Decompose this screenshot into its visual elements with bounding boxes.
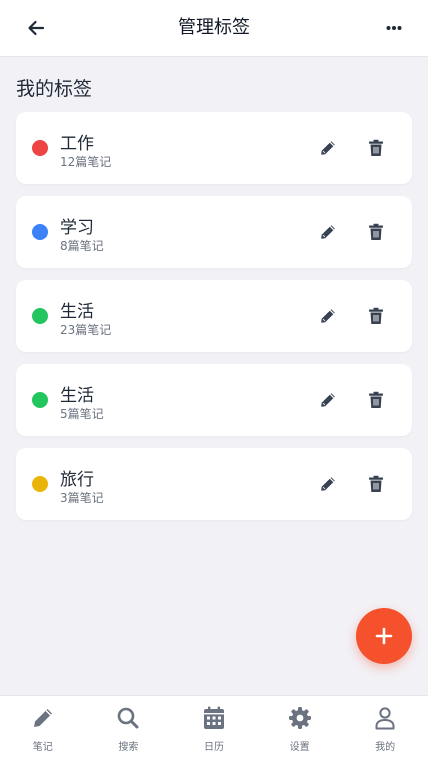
page-title: 管理标签: [178, 17, 250, 38]
tag-list: 工作 12篇笔记 学习 8篇笔记 生活 23篇笔记 生活 5篇笔记 旅行 3篇笔…: [16, 112, 412, 532]
tag-card: 旅行 3篇笔记: [16, 448, 412, 520]
edit-tag-button[interactable]: [316, 220, 340, 244]
pencil-icon: [321, 225, 335, 239]
pencil-icon: [321, 477, 335, 491]
tab-calendar[interactable]: 日历: [171, 696, 257, 760]
tab-settings[interactable]: 设置: [257, 696, 343, 760]
trash-icon: [369, 391, 383, 408]
tag-name: 学习: [60, 218, 94, 238]
tag-card: 生活 23篇笔记: [16, 280, 412, 352]
pencil-icon: [321, 309, 335, 323]
edit-tag-button[interactable]: [316, 136, 340, 160]
plus-icon: [375, 627, 393, 645]
section-title: 我的标签: [16, 78, 93, 100]
tab-notes[interactable]: 笔记: [0, 696, 86, 760]
tag-card: 学习 8篇笔记: [16, 196, 412, 268]
trash-icon: [369, 139, 383, 156]
tab-profile[interactable]: 我的: [342, 696, 428, 760]
pencil-icon: [321, 141, 335, 155]
tag-card: 生活 5篇笔记: [16, 364, 412, 436]
gear-icon: [287, 705, 313, 731]
pencil-icon: [30, 705, 56, 731]
tab-search[interactable]: 搜索: [86, 696, 172, 760]
tag-note-count: 23篇笔记: [60, 323, 112, 337]
tag-name: 旅行: [60, 470, 94, 490]
delete-tag-button[interactable]: [364, 304, 388, 328]
delete-tag-button[interactable]: [364, 136, 388, 160]
trash-icon: [369, 223, 383, 240]
tag-name: 生活: [60, 302, 94, 322]
search-icon: [115, 705, 141, 731]
bottom-tab-bar: 笔记 搜索 日历 设置 我的: [0, 695, 428, 760]
tag-color-dot: [32, 476, 48, 492]
edit-tag-button[interactable]: [316, 472, 340, 496]
user-icon: [372, 705, 398, 731]
tag-name: 工作: [60, 134, 94, 154]
tab-label: 笔记: [32, 742, 53, 753]
tag-color-dot: [32, 308, 48, 324]
delete-tag-button[interactable]: [364, 388, 388, 412]
edit-tag-button[interactable]: [316, 304, 340, 328]
tag-note-count: 3篇笔记: [60, 491, 104, 505]
tag-color-dot: [32, 140, 48, 156]
tab-label: 设置: [289, 742, 310, 753]
top-app-bar: 管理标签: [0, 0, 428, 57]
tag-color-dot: [32, 224, 48, 240]
tab-label: 日历: [203, 742, 224, 753]
trash-icon: [369, 475, 383, 492]
tag-card: 工作 12篇笔记: [16, 112, 412, 184]
tag-note-count: 8篇笔记: [60, 239, 104, 253]
delete-tag-button[interactable]: [364, 472, 388, 496]
add-tag-button[interactable]: [356, 608, 412, 664]
pencil-icon: [321, 393, 335, 407]
calendar-icon: [201, 705, 227, 731]
tag-name: 生活: [60, 386, 94, 406]
tag-note-count: 12篇笔记: [60, 155, 112, 169]
more-button[interactable]: [380, 14, 408, 42]
trash-icon: [369, 307, 383, 324]
delete-tag-button[interactable]: [364, 220, 388, 244]
tag-color-dot: [32, 392, 48, 408]
ellipsis-icon: [386, 26, 402, 30]
tab-label: 搜索: [118, 742, 139, 753]
edit-tag-button[interactable]: [316, 388, 340, 412]
tag-note-count: 5篇笔记: [60, 407, 104, 421]
tab-label: 我的: [375, 742, 396, 753]
